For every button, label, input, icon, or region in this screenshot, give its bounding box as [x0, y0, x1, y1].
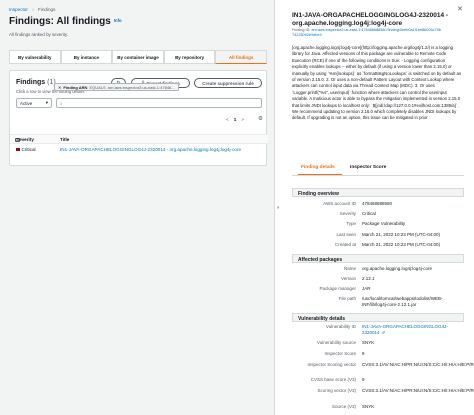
kv-label: Inspector Scoring vector	[307, 362, 356, 367]
findings-list-pane: Inspector › Findings Findings: All findi…	[0, 0, 274, 415]
filter-chip-key: Finding ARN	[63, 84, 88, 90]
info-link[interactable]: Info	[114, 18, 122, 23]
page-title-text: Findings: All findings	[9, 16, 111, 27]
filter-chip-operator: EQUALS	[89, 84, 106, 90]
kv-value: JAR	[362, 286, 371, 291]
column-title[interactable]: Title	[60, 137, 69, 142]
kv-label: Severity	[339, 211, 356, 216]
kv-value: SNYK	[362, 340, 375, 345]
filter-row: Active ▾ ⌕	[16, 98, 262, 108]
tab-inspector-score[interactable]: Inspector Score	[350, 165, 386, 170]
finding-description: [org.apache.logging.log4j:log4j-core](ht…	[292, 45, 462, 121]
external-link-icon: ⇗	[381, 329, 386, 335]
tab-by-vulnerability[interactable]: By vulnerability	[9, 50, 61, 64]
row-severity-text: Critical	[21, 147, 36, 152]
page-number[interactable]: 1	[234, 117, 237, 122]
critical-severity-icon	[16, 147, 20, 152]
view-tabs: By vulnerability By instance By containe…	[9, 50, 267, 64]
table-header: Severity Title	[10, 134, 268, 144]
search-icon: ⌕	[60, 100, 63, 106]
kv-value: SNYK	[362, 404, 375, 409]
pagination: < 1 >	[226, 117, 244, 122]
kv-value: March 21, 2022 10:23 PM (UTC-04:00)	[362, 232, 441, 237]
finding-title: IN1-JAVA-ORGAPACHELOGGINGLOG4J-2320014 -…	[292, 12, 449, 27]
kv-label: Package manager	[319, 286, 356, 291]
section-vulnerability-details: Vulnerability details	[292, 313, 464, 322]
kv-value: 9	[362, 351, 365, 356]
kv-label: Type	[346, 221, 356, 226]
kv-label: Version	[340, 276, 356, 281]
create-suppression-rule-button[interactable]: Create suppression rule	[194, 78, 262, 88]
kv-value: Critical	[362, 211, 376, 216]
vulnerability-id-text: IN1-JAVA-ORGAPACHELOGGINGLOG4J-2320014	[362, 324, 448, 335]
close-icon[interactable]: ✕	[457, 5, 463, 13]
kv-value: org.apache.logging.log4j:log4j-core	[362, 266, 433, 271]
gear-icon[interactable]: ⚙	[258, 116, 263, 122]
kv-label: Scoring vector (V3)	[317, 388, 356, 393]
column-severity[interactable]: Severity	[16, 137, 34, 142]
page-prev-button[interactable]: <	[226, 117, 229, 122]
filter-chip-value: arn:aws:inspector2:us-east-1:47846...	[107, 84, 175, 90]
tab-by-instance[interactable]: By instance	[60, 50, 113, 64]
findings-title-text: Findings	[16, 79, 46, 86]
drag-handle-icon[interactable]: ⏸	[277, 205, 280, 211]
row-severity: Critical	[16, 147, 36, 152]
tab-all-findings[interactable]: All findings	[215, 50, 267, 64]
kv-value: 9	[362, 377, 365, 382]
finding-arn-label: Finding ID:	[292, 28, 311, 32]
filter-chip-close-icon[interactable]: ✕	[58, 85, 61, 90]
kv-value: 478468688580	[362, 201, 393, 206]
finding-arn: Finding ID: arn:aws:inspector2:us-east-1…	[292, 28, 442, 38]
kv-value: March 21, 2022 10:23 PM (UTC-04:00)	[362, 242, 441, 247]
search-input[interactable]: ⌕	[56, 98, 262, 108]
kv-label: Last seen	[336, 232, 356, 237]
kv-label: Created at	[334, 242, 356, 247]
tab-by-repository[interactable]: By repository	[163, 50, 216, 64]
kv-label: Source (V3)	[331, 404, 356, 409]
findings-panel-title: Findings (1)	[16, 79, 56, 86]
tab-finding-details[interactable]: Finding details	[301, 165, 335, 170]
kv-label: Vulnerability source	[316, 340, 356, 345]
active-tab-indicator	[298, 174, 342, 176]
kv-label: CVSS base score (V3)	[310, 377, 356, 382]
section-affected-packages: Affected packages	[292, 254, 464, 263]
status-filter-select[interactable]: Active ▾	[16, 98, 52, 108]
findings-panel: Findings (1) Click a row to view the fin…	[9, 70, 268, 166]
vulnerability-id-link[interactable]: IN1-JAVA-ORGAPACHELOGGINGLOG4J-2320014 ⇗	[362, 324, 462, 336]
kv-value: 2.12.1	[362, 276, 375, 281]
kv-label: File path	[338, 296, 356, 301]
row-title-link[interactable]: IN1-JAVA-ORGAPACHELOGGINGLOG4J-2320014 -…	[60, 147, 241, 152]
section-finding-overview: Finding overview	[292, 188, 464, 197]
kv-value: /usr/local/tomcat/webapps/todolist/WEB-I…	[362, 296, 443, 307]
kv-label: AWS account ID	[323, 201, 356, 206]
page-description: All findings ranked by severity.	[9, 32, 68, 37]
kv-label: Vulnerability ID	[325, 324, 356, 329]
table-row[interactable]: Critical IN1-JAVA-ORGAPACHELOGGINGLOG4J-…	[10, 146, 268, 155]
status-filter-value: Active	[20, 100, 33, 106]
finding-arn-value[interactable]: arn:aws:inspector2:us-east-1:47846868858…	[292, 28, 441, 37]
caret-down-icon: ▾	[45, 100, 48, 105]
tab-by-container-image[interactable]: By container image	[112, 50, 164, 64]
breadcrumb-inspector-link[interactable]: Inspector	[9, 7, 28, 12]
kv-label: Name	[343, 266, 356, 271]
chevron-right-icon: ›	[32, 7, 34, 12]
kv-value: CVSS:3.1/AV:N/AC:H/PR:N/UI:N/S:C/C:H/I:H…	[362, 362, 474, 367]
kv-label: Inspector Score	[324, 351, 356, 356]
kv-value: CVSS:3.1/AV:N/AC:H/PR:N/UI:N/S:C/C:H/I:H…	[362, 388, 474, 393]
kv-value: Package Vulnerability	[362, 221, 406, 226]
breadcrumb-current: Findings	[38, 7, 56, 12]
filter-chip[interactable]: ✕ Finding ARN EQUALS arn:aws:inspector2:…	[54, 83, 179, 91]
page-next-button[interactable]: >	[241, 117, 244, 122]
page-title: Findings: All findings Info	[9, 16, 122, 27]
breadcrumb: Inspector › Findings	[9, 7, 55, 12]
